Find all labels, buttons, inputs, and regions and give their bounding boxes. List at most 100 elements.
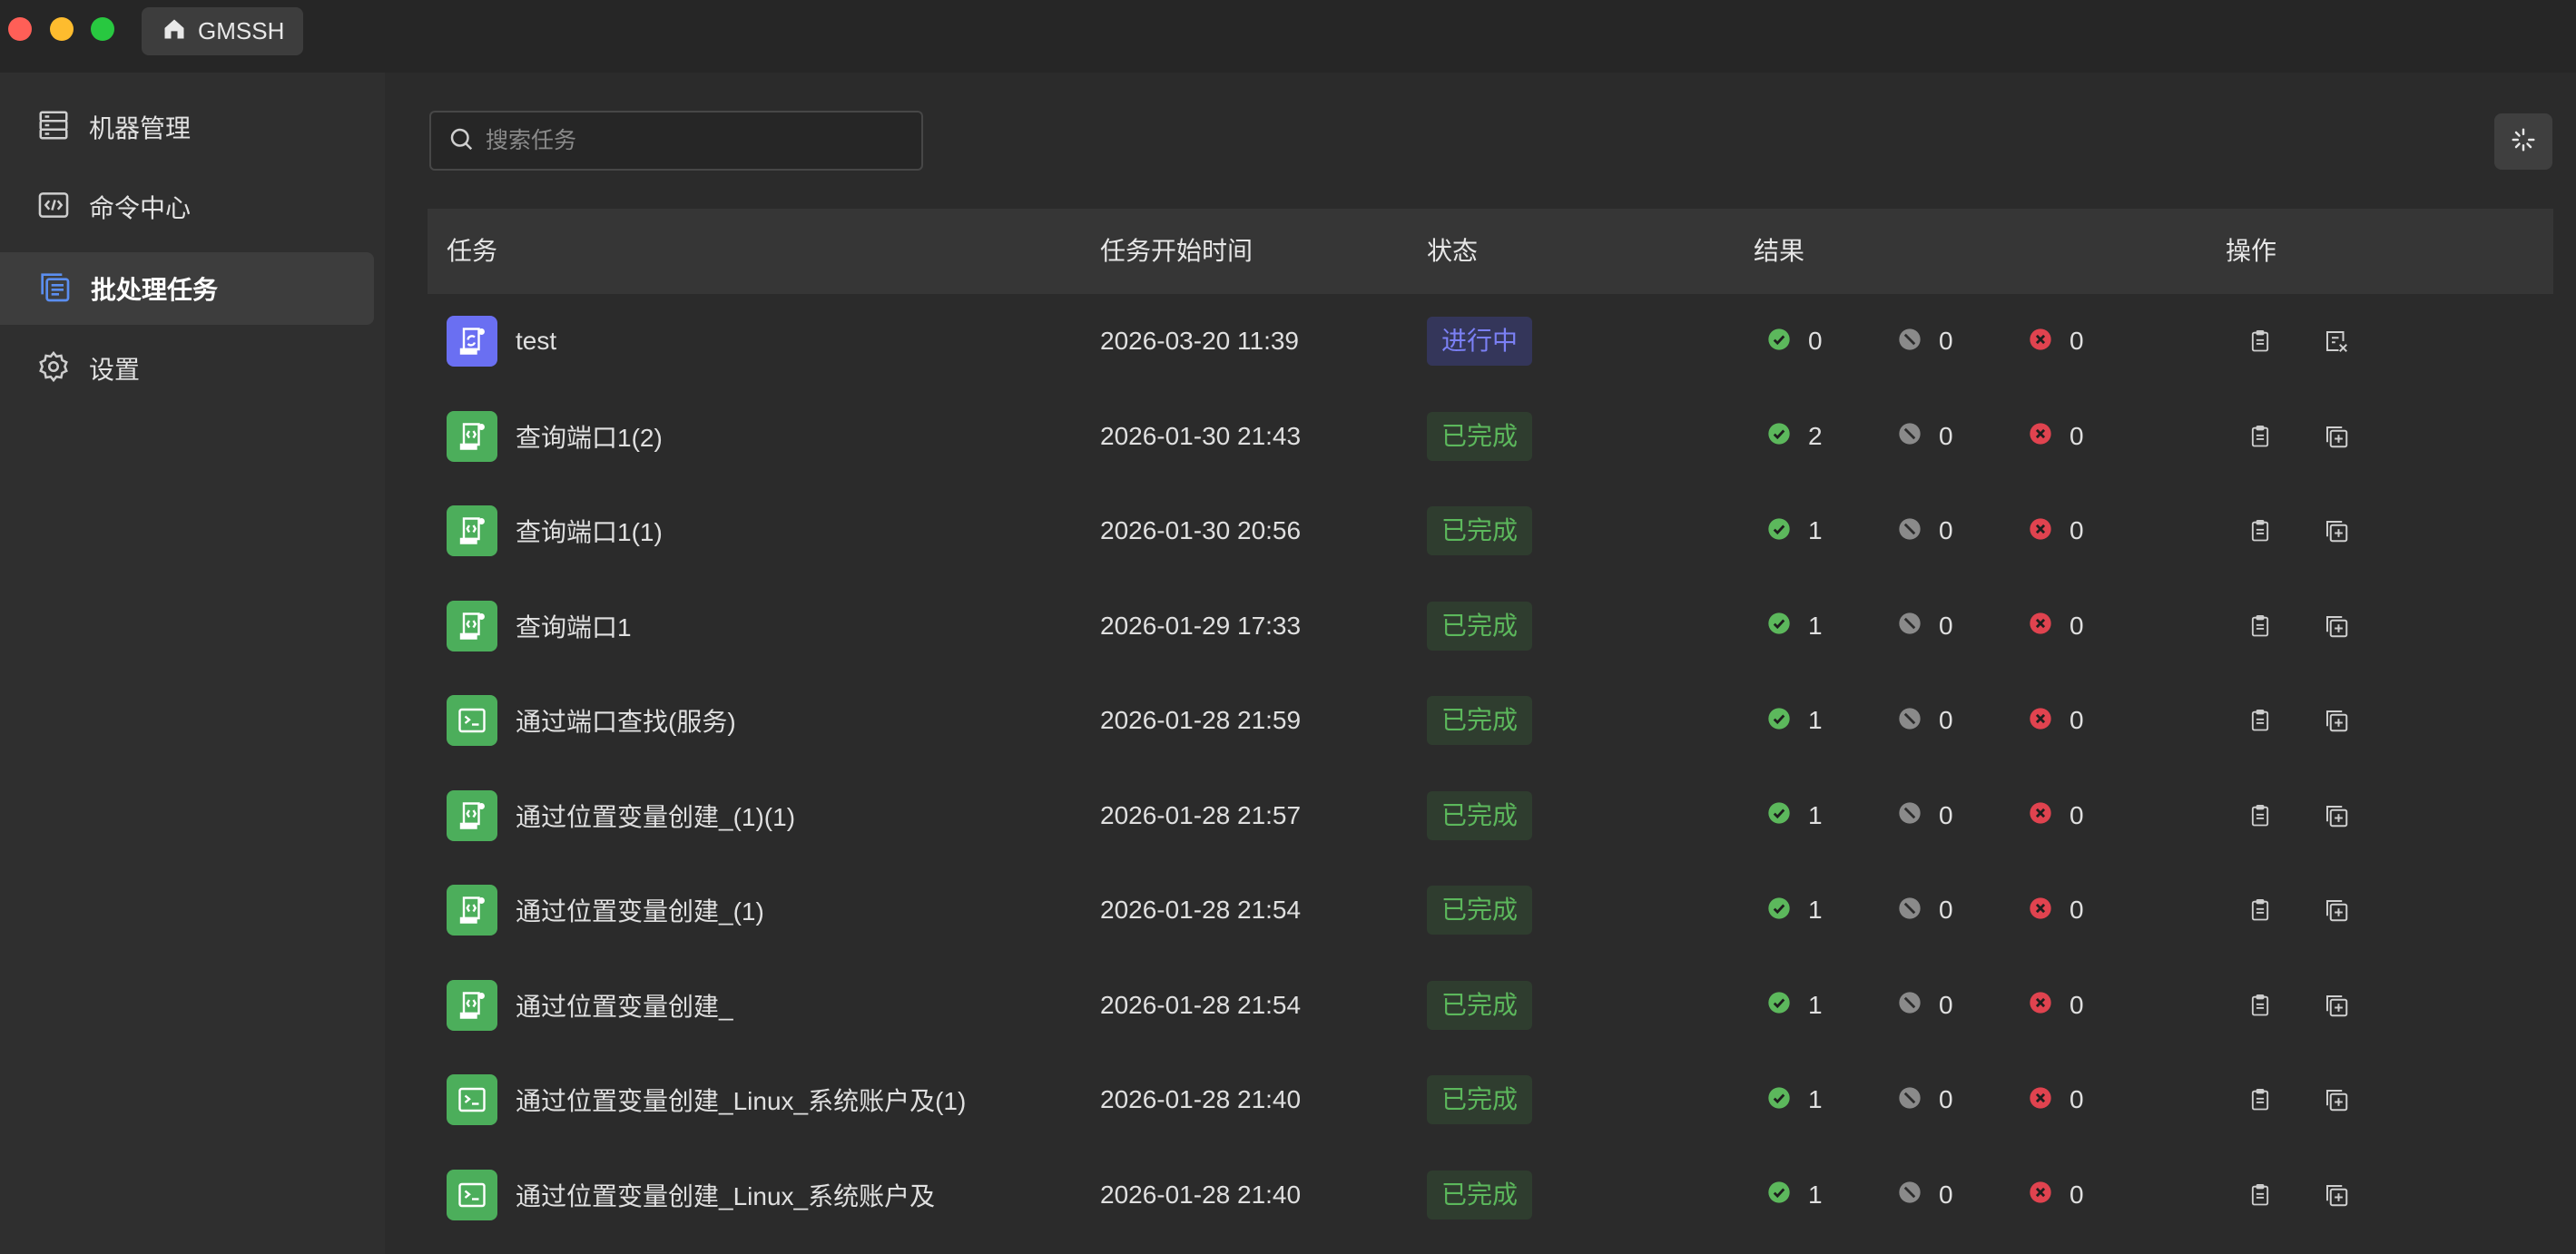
failed-count: 0: [2070, 706, 2084, 734]
copy-add-icon: [2318, 798, 2355, 834]
server-icon: [36, 108, 71, 147]
task-name[interactable]: 查询端口1: [516, 608, 632, 644]
sidebar-item-machines[interactable]: 机器管理: [0, 91, 374, 163]
task-cell: 通过位置变量创建_(1): [447, 863, 764, 957]
task-cell: 通过位置变量创建_Linux_系统账户及(1): [447, 1053, 966, 1147]
failed-count: 0: [2070, 800, 2084, 829]
code-icon: [36, 188, 71, 227]
success-count: 1: [1808, 800, 1823, 829]
skipped-count: 0: [1939, 327, 1953, 355]
skipped-icon: [1897, 896, 1922, 926]
cancel-task-button[interactable]: [2318, 294, 2355, 388]
refresh-script-icon: [447, 316, 497, 367]
duplicate-task-button[interactable]: [2318, 863, 2355, 957]
details-button[interactable]: [2242, 769, 2278, 863]
app-tab-gmssh[interactable]: GMSSH: [142, 7, 303, 55]
skipped-icon: [1897, 611, 1922, 641]
task-name[interactable]: 通过位置变量创建_Linux_系统账户及(1): [516, 1082, 966, 1118]
duplicate-task-button[interactable]: [2318, 958, 2355, 1053]
skipped-count: 0: [1939, 516, 1953, 544]
duplicate-task-button[interactable]: [2318, 1053, 2355, 1147]
details-button[interactable]: [2242, 389, 2278, 484]
task-name[interactable]: 通过位置变量创建_(1)(1): [516, 798, 795, 834]
duplicate-task-button[interactable]: [2318, 579, 2355, 673]
failed-count: 0: [2070, 611, 2084, 640]
status-cell: 已完成: [1427, 579, 1533, 673]
status-cell: 已完成: [1427, 1148, 1533, 1242]
time-cell: 2026-03-20 11:39: [1100, 294, 1299, 388]
duplicate-task-button[interactable]: [2318, 1148, 2355, 1242]
clipboard-icon: [2242, 513, 2278, 549]
success-count: 1: [1808, 611, 1823, 640]
failed-count-cell: 0: [2028, 1148, 2084, 1242]
success-count-cell: 1: [1766, 769, 1823, 863]
details-button[interactable]: [2242, 673, 2278, 768]
failed-x-icon: [2028, 421, 2053, 451]
success-check-icon: [1766, 800, 1792, 830]
task-name[interactable]: 查询端口1(1): [516, 513, 663, 549]
task-start-time: 2026-01-28 21:59: [1100, 706, 1302, 734]
task-start-time: 2026-01-28 21:54: [1100, 896, 1302, 924]
sidebar-item-batch-tasks[interactable]: 批处理任务: [0, 252, 374, 325]
failed-count: 0: [2070, 1085, 2084, 1113]
sidebar-item-settings[interactable]: 设置: [0, 332, 374, 405]
maximize-window-button[interactable]: [91, 17, 114, 41]
duplicate-task-button[interactable]: [2318, 769, 2355, 863]
details-button[interactable]: [2242, 958, 2278, 1053]
clipboard-icon: [2242, 1177, 2278, 1213]
failed-count: 0: [2070, 990, 2084, 1019]
details-button[interactable]: [2242, 484, 2278, 578]
duplicate-task-button[interactable]: [2318, 484, 2355, 578]
task-name[interactable]: test: [516, 327, 556, 356]
clipboard-icon: [2242, 608, 2278, 644]
sidebar-item-commands[interactable]: 命令中心: [0, 171, 374, 243]
status-cell: 已完成: [1427, 673, 1533, 768]
details-button[interactable]: [2242, 294, 2278, 388]
task-name[interactable]: 查询端口1(2): [516, 418, 663, 455]
failed-x-icon: [2028, 990, 2053, 1020]
task-name[interactable]: 通过位置变量创建_(1): [516, 892, 764, 928]
task-start-time: 2026-01-30 20:56: [1100, 516, 1302, 544]
script-icon: [447, 505, 497, 556]
minimize-window-button[interactable]: [50, 17, 74, 41]
script-icon: [447, 410, 497, 462]
table-row: 查询端口1 2026-01-29 17:33 已完成 1 0 0: [428, 579, 2553, 673]
table-row: 通过端口查找(服务) 2026-01-28 21:59 已完成 1 0 0: [428, 673, 2553, 768]
failed-count-cell: 0: [2028, 673, 2084, 768]
table-row: 通过位置变量创建_(1)(1) 2026-01-28 21:57 已完成 1 0…: [428, 769, 2553, 863]
failed-count: 0: [2070, 1180, 2084, 1209]
time-cell: 2026-01-29 17:33: [1100, 579, 1301, 673]
skipped-count: 0: [1939, 896, 1953, 924]
search-input[interactable]: [484, 126, 905, 155]
success-count-cell: 1: [1766, 673, 1823, 768]
duplicate-task-button[interactable]: [2318, 389, 2355, 484]
refresh-button[interactable]: [2494, 113, 2552, 170]
details-button[interactable]: [2242, 1148, 2278, 1242]
task-name[interactable]: 通过位置变量创建_Linux_系统账户及: [516, 1177, 935, 1213]
task-name[interactable]: 通过端口查找(服务): [516, 702, 736, 739]
failed-count-cell: 0: [2028, 863, 2084, 957]
skipped-icon: [1897, 990, 1922, 1020]
skipped-icon: [1897, 1180, 1922, 1210]
details-button[interactable]: [2242, 579, 2278, 673]
failed-x-icon: [2028, 611, 2053, 641]
success-count: 1: [1808, 516, 1823, 544]
app-tab-label: GMSSH: [198, 17, 285, 44]
skipped-count-cell: 0: [1897, 579, 1953, 673]
status-badge: 已完成: [1427, 601, 1533, 651]
failed-count: 0: [2070, 421, 2084, 450]
success-count-cell: 1: [1766, 1148, 1823, 1242]
failed-count-cell: 0: [2028, 579, 2084, 673]
details-button[interactable]: [2242, 863, 2278, 957]
close-window-button[interactable]: [8, 17, 32, 41]
task-name[interactable]: 通过位置变量创建_: [516, 987, 733, 1024]
success-count: 2: [1808, 421, 1823, 450]
duplicate-task-button[interactable]: [2318, 673, 2355, 768]
copy-add-icon: [2318, 987, 2355, 1024]
search-icon: [447, 125, 475, 157]
failed-count: 0: [2070, 327, 2084, 355]
sidebar: 机器管理 命令中心 批处理任务 设置: [0, 73, 385, 1254]
task-cell: 通过位置变量创建_: [447, 958, 733, 1053]
failed-x-icon: [2028, 706, 2053, 736]
details-button[interactable]: [2242, 1053, 2278, 1147]
